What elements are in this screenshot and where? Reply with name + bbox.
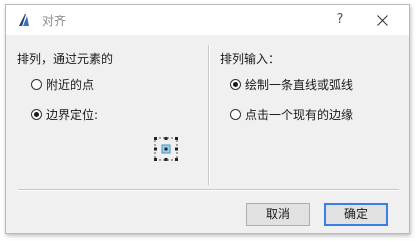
align-input-label: 排列输入： [220, 52, 281, 66]
radio-circle[interactable] [230, 109, 241, 120]
radio-nearest-point[interactable]: 附近的点 [31, 76, 94, 93]
horizontal-divider [18, 189, 399, 190]
radio-label: 附近的点 [46, 78, 95, 92]
archicad-icon [19, 14, 29, 26]
cancel-button[interactable]: 取消 [246, 203, 310, 226]
window-title: 对齐 [42, 14, 67, 28]
close-button[interactable] [368, 9, 396, 31]
ok-button[interactable]: 确定 [324, 203, 388, 226]
vertical-divider [208, 45, 209, 185]
radio-click-existing-edge[interactable]: 点击一个现有的边缘 [230, 106, 353, 123]
radio-bounding-anchor[interactable]: 边界定位: [31, 106, 98, 123]
anchor-grid-icon[interactable] [152, 135, 180, 163]
radio-label: 绘制一条直线或弧线 [245, 78, 354, 92]
radio-draw-line-or-arc[interactable]: 绘制一条直线或弧线 [230, 76, 353, 93]
align-by-element-label: 排列，通过元素的 [17, 52, 114, 66]
title-bar: 对齐 ? [6, 5, 409, 35]
radio-circle[interactable] [31, 79, 42, 90]
dialog-content: 排列，通过元素的 附近的点 边界定位: 排列输入： 绘制一条直线或弧线 点击一个… [6, 35, 409, 233]
radio-label: 边界定位: [46, 108, 99, 122]
close-icon [376, 15, 388, 26]
radio-label: 点击一个现有的边缘 [245, 108, 354, 122]
align-dialog: 对齐 ? 排列，通过元素的 附近的点 边界定位: 排列输入： 绘制一条直线或弧线… [5, 4, 410, 234]
radio-circle-checked[interactable] [230, 79, 241, 90]
radio-circle-checked[interactable] [31, 109, 42, 120]
help-button[interactable]: ? [330, 9, 350, 31]
